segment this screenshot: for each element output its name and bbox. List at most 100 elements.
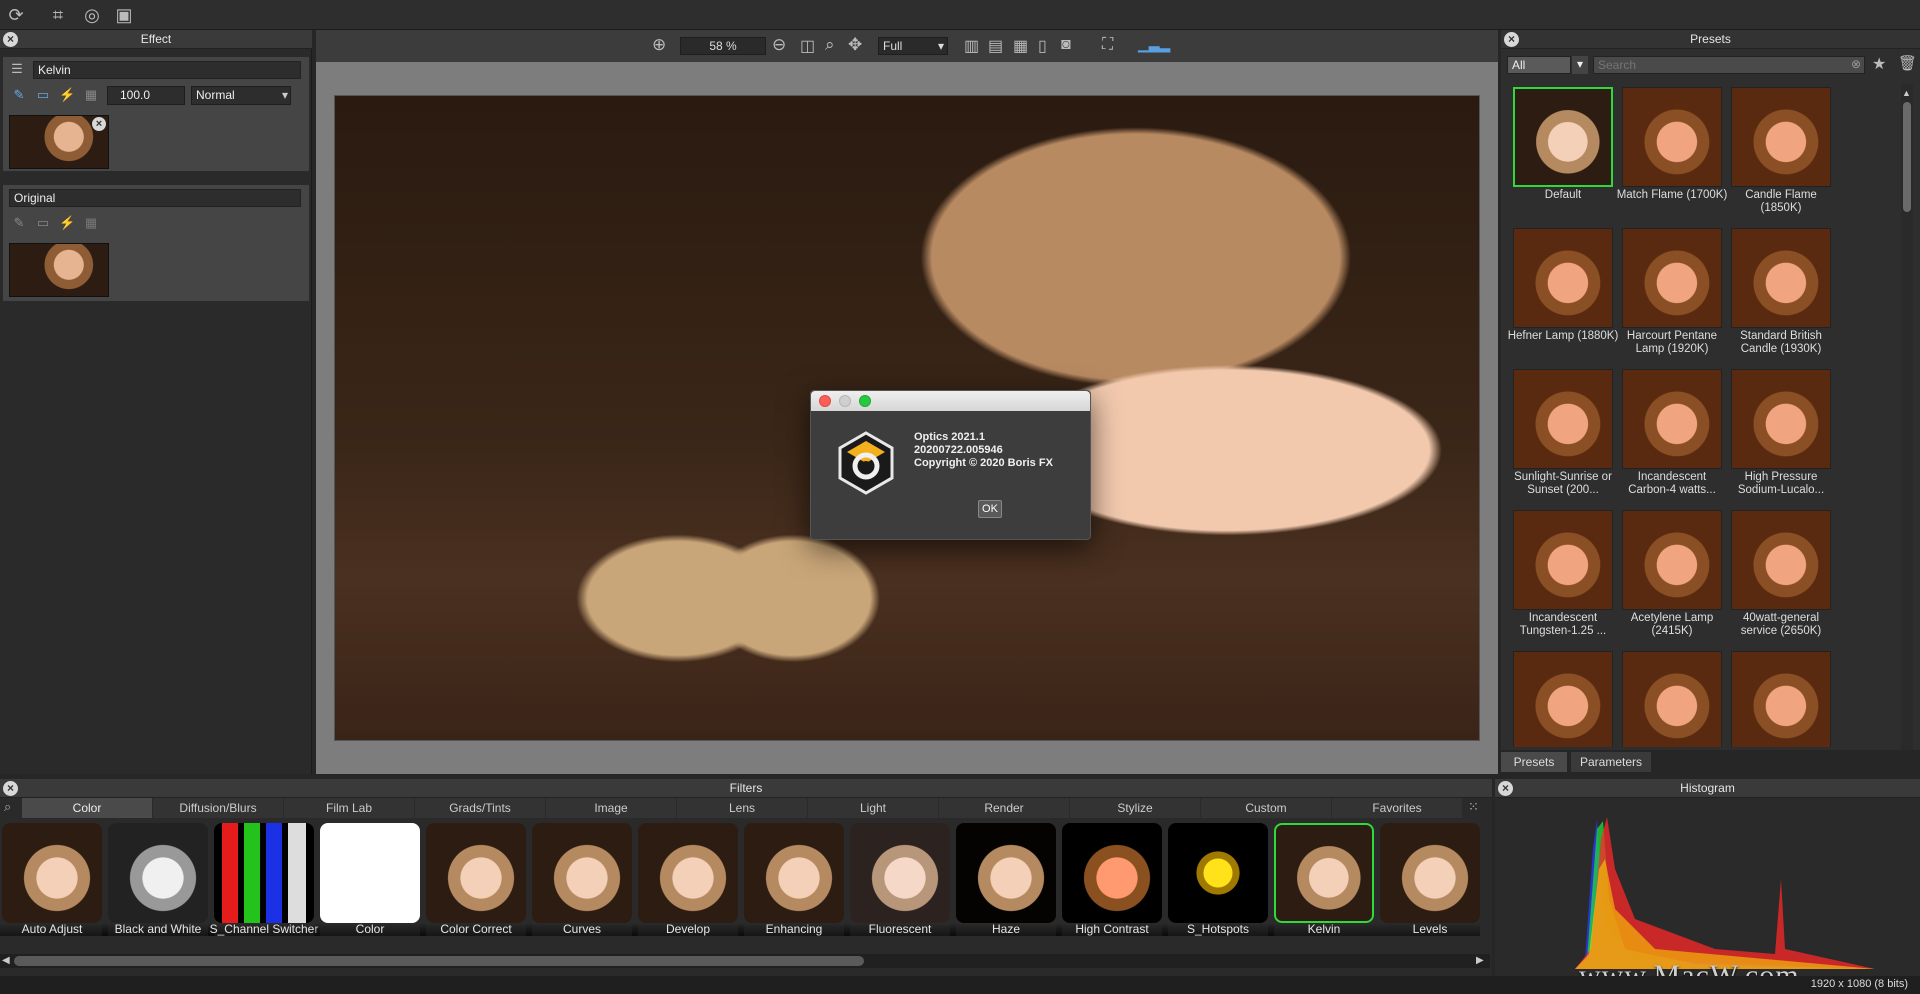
scroll-right-icon[interactable]: ▶ (1476, 954, 1484, 968)
filter-item[interactable]: S_Channel Switcher (208, 823, 320, 951)
tab-image[interactable]: Image (546, 798, 676, 818)
preset-item[interactable]: 40watt-general service (2650K) (1731, 510, 1831, 645)
layer-name-field[interactable]: Kelvin (33, 61, 301, 79)
fit-icon[interactable]: ▣ (112, 3, 136, 27)
preset-item[interactable]: High Pressure Sodium-Lucalo... (1731, 369, 1831, 504)
magnifier-icon[interactable]: ⌕ (825, 35, 835, 55)
preset-thumbnail (1513, 87, 1613, 187)
layout-single-icon[interactable]: ▥ (964, 36, 979, 56)
tab-presets[interactable]: Presets (1501, 752, 1567, 772)
preset-item[interactable] (1513, 651, 1613, 747)
filter-item[interactable]: Haze (950, 823, 1062, 951)
preset-item[interactable]: Default (1513, 87, 1613, 222)
filter-item[interactable]: High Contrast (1056, 823, 1168, 951)
scroll-up-icon[interactable]: ▲ (1902, 88, 1912, 98)
preset-item[interactable]: Incandescent Carbon-4 watts... (1622, 369, 1722, 504)
layer-kelvin[interactable]: ☰ Kelvin ✎ ▭ ⚡ ▦ 100.0 Normal ▾ × (3, 57, 309, 171)
filter-item[interactable]: Black and White (102, 823, 214, 951)
tab-parameters[interactable]: Parameters (1571, 752, 1651, 772)
tab-film-lab[interactable]: Film Lab (284, 798, 414, 818)
close-effect-panel-icon[interactable]: × (3, 32, 18, 47)
search-icon[interactable]: ⌕ (4, 799, 11, 815)
filter-item[interactable]: Fluorescent (844, 823, 956, 951)
close-presets-panel-icon[interactable]: × (1504, 32, 1519, 47)
close-button[interactable] (819, 395, 831, 407)
fit-frame-icon[interactable]: ⛶ (1102, 36, 1113, 54)
zoom-button[interactable] (859, 395, 871, 407)
split-view-icon[interactable]: ◫ (800, 36, 815, 56)
filter-item[interactable]: Curves (526, 823, 638, 951)
tab-color[interactable]: Color (22, 798, 152, 818)
blend-mode-select[interactable]: Normal ▾ (191, 86, 291, 105)
grid-view-icon[interactable]: ⁙ (1468, 799, 1479, 815)
preset-item[interactable]: Sunlight-Sunrise or Sunset (200... (1513, 369, 1613, 504)
preset-thumbnail (1622, 510, 1722, 610)
camera-icon[interactable]: ◙ (1061, 36, 1071, 54)
zoom-field[interactable]: 58 % (680, 37, 766, 55)
close-filters-panel-icon[interactable]: × (3, 781, 18, 796)
preset-item[interactable]: Candle Flame (1850K) (1731, 87, 1831, 222)
layout-stack-icon[interactable]: ▦ (1013, 36, 1028, 56)
lightning-icon[interactable]: ⚡ (59, 87, 75, 103)
clear-search-icon[interactable]: ⊗ (1851, 57, 1861, 71)
pan-icon[interactable]: ✥ (848, 35, 862, 55)
filter-item[interactable]: Develop (632, 823, 744, 951)
scroll-left-icon[interactable]: ◀ (2, 954, 10, 968)
view-mode-select[interactable]: Full ▾ (878, 37, 948, 55)
layout-split-icon[interactable]: ▤ (988, 36, 1003, 56)
remove-layer-icon[interactable]: × (92, 117, 106, 131)
filters-scrollbar[interactable]: ◀ ▶ (0, 954, 1490, 968)
tab-favorites[interactable]: Favorites (1332, 798, 1462, 818)
preset-search-input[interactable] (1593, 56, 1865, 74)
star-icon[interactable]: ★ (1872, 54, 1886, 74)
filter-label: Haze (950, 923, 1062, 936)
filter-item[interactable]: Levels (1380, 823, 1480, 951)
filter-item[interactable]: Color Correct (420, 823, 532, 951)
histogram-toggle-icon[interactable]: ▁▃▂ (1138, 36, 1170, 53)
scrollbar-thumb[interactable] (1903, 102, 1911, 212)
filter-thumbnail (850, 823, 950, 923)
preset-category-select[interactable]: All ▾ (1507, 56, 1588, 74)
opacity-field[interactable]: 100.0 (107, 86, 185, 105)
edit-icon[interactable]: ✎ (11, 87, 27, 103)
compare-icon[interactable]: ▯ (1038, 36, 1047, 56)
preset-label: 40watt-general service (2650K) (1740, 612, 1822, 637)
lightning-icon: ⚡ (59, 215, 76, 230)
layer-thumbnail[interactable] (9, 243, 109, 297)
preset-item[interactable]: Incandescent Tungsten-1.25 ... (1513, 510, 1613, 645)
zoom-out-icon[interactable]: ⊖ (772, 35, 786, 55)
ok-button[interactable]: OK (978, 500, 1002, 518)
monitor-icon[interactable]: ▭ (35, 87, 51, 103)
filter-item[interactable]: Enhancing (738, 823, 850, 951)
preset-item[interactable] (1731, 651, 1831, 747)
preset-item[interactable]: Standard British Candle (1930K) (1731, 228, 1831, 363)
preset-item[interactable] (1622, 651, 1722, 747)
crop-icon[interactable]: ⌗ (46, 3, 70, 27)
filter-item[interactable]: Auto Adjust (0, 823, 108, 951)
tab-diffusion-blurs[interactable]: Diffusion/Blurs (153, 798, 283, 818)
preset-item[interactable]: Harcourt Pentane Lamp (1920K) (1622, 228, 1722, 363)
mask-icon[interactable]: ▦ (83, 87, 99, 103)
trash-icon[interactable]: 🗑 (1898, 54, 1917, 72)
zoom-in-icon[interactable]: ⊕ (652, 35, 666, 55)
layer-original[interactable]: Original ✎ ▭ ⚡ ▦ (3, 185, 309, 301)
tab-stylize[interactable]: Stylize (1070, 798, 1200, 818)
filter-item[interactable]: Color (314, 823, 426, 951)
filter-thumbnail (638, 823, 738, 923)
scrollbar-thumb[interactable] (14, 956, 864, 966)
tab-render[interactable]: Render (939, 798, 1069, 818)
tab-light[interactable]: Light (808, 798, 938, 818)
tab-lens[interactable]: Lens (677, 798, 807, 818)
preset-item[interactable]: Acetylene Lamp (2415K) (1622, 510, 1722, 645)
preset-label: Match Flame (1700K) (1616, 189, 1728, 201)
preset-item[interactable]: Hefner Lamp (1880K) (1508, 228, 1618, 363)
tab-grads-tints[interactable]: Grads/Tints (415, 798, 545, 818)
sync-icon[interactable]: ⟳ (4, 3, 28, 27)
transform-icon[interactable]: ◎ (80, 3, 104, 27)
filter-item[interactable]: S_Hotspots (1162, 823, 1274, 951)
close-histogram-panel-icon[interactable]: × (1498, 781, 1513, 796)
preset-item[interactable]: Match Flame (1700K) (1617, 87, 1727, 222)
filter-item[interactable]: Kelvin (1268, 823, 1380, 951)
presets-scrollbar[interactable]: ▲ ▼ (1901, 84, 1913, 774)
tab-custom[interactable]: Custom (1201, 798, 1331, 818)
